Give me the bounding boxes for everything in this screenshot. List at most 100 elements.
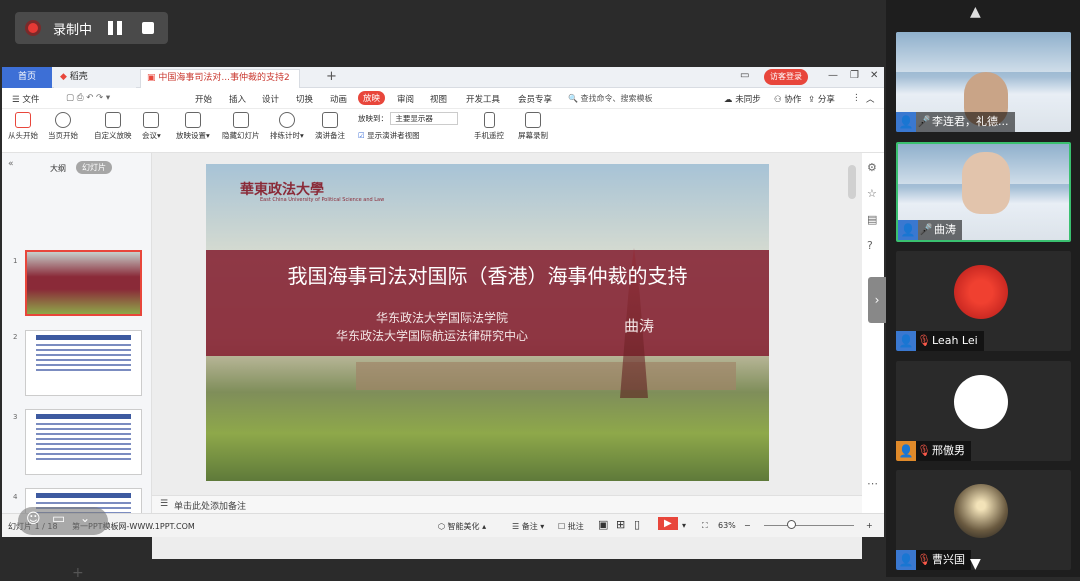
menu-item-start[interactable]: 开始 (195, 93, 212, 105)
collapse-ribbon-icon[interactable]: ︿ (866, 93, 875, 105)
record-indicator-icon (25, 20, 41, 36)
participant-tile[interactable]: 👤 🎙曹兴国 (896, 470, 1071, 570)
notes-icon (322, 112, 338, 128)
layout-icon[interactable]: ▤ (867, 213, 877, 226)
normal-view-icon[interactable]: ▣ (598, 518, 608, 531)
zoom-slider[interactable] (764, 525, 854, 526)
slide-org-1: 华东政法大学国际法学院 (376, 311, 509, 325)
menu-item-review[interactable]: 审阅 (397, 93, 414, 105)
meeting-icon (143, 112, 160, 128)
tab-document[interactable]: ▣ 中国海事司法对...事仲裁的支持2 (140, 69, 300, 88)
chat-icon[interactable]: ▭ (52, 511, 65, 527)
phone-remote-button[interactable]: 手机遥控 (474, 112, 504, 141)
reading-view-icon[interactable]: ▯ (634, 518, 640, 531)
more-options-icon[interactable]: ⋯ (867, 477, 878, 490)
tab-daoke[interactable]: ◆ 稻壳 (54, 69, 136, 88)
menu-item-devtools[interactable]: 开发工具 (466, 93, 500, 105)
zoom-in-button[interactable]: + (866, 521, 873, 530)
expand-icon[interactable]: ⌄ (80, 511, 90, 525)
from-current-button[interactable]: 当页开始 (48, 112, 78, 141)
participant-tile[interactable]: 👤 🎤李连君，礼德... (896, 32, 1071, 132)
close-icon[interactable]: ✕ (870, 70, 878, 81)
show-settings-button[interactable]: 放映设置▾ (176, 112, 210, 141)
adjust-icon[interactable]: ⚙ (867, 161, 877, 174)
participant-avatar (954, 484, 1008, 538)
slide-title: 我国海事司法对国际（香港）海事仲裁的支持 (287, 264, 688, 288)
slide-number: 1 (13, 257, 18, 265)
participant-avatar (954, 375, 1008, 429)
status-bar: 幻灯片 1 / 18 第一PPT模板网-WWW.1PPT.COM ⬡ 智能美化 … (2, 513, 884, 537)
notes-toggle[interactable]: ☰ 备注 ▾ (512, 521, 544, 532)
participant-name-bar: 👤 🎙曹兴国 (896, 550, 971, 570)
comments-toggle[interactable]: ☐ 批注 (558, 521, 584, 532)
zoom-level: 63% (718, 521, 736, 530)
notes-bar[interactable]: ☰ 单击此处添加备注 (152, 495, 862, 513)
menu-file[interactable]: ☰ 文件 (12, 93, 39, 105)
menu-item-insert[interactable]: 插入 (229, 93, 246, 105)
pause-icon[interactable] (108, 21, 124, 35)
play-button[interactable]: ▶ (658, 517, 678, 530)
from-start-button[interactable]: 从头开始 (8, 112, 38, 141)
stop-icon[interactable] (142, 22, 155, 34)
smart-beautify-button[interactable]: ⬡ 智能美化 ▴ (438, 521, 486, 532)
scroll-up-icon[interactable]: ▲ (970, 4, 981, 20)
scroll-down-icon[interactable]: ▼ (970, 556, 981, 572)
hide-slide-button[interactable]: 隐藏幻灯片 (222, 112, 260, 141)
new-tab-button[interactable]: + (320, 68, 343, 87)
collab-button[interactable]: ⚇ 协作 (774, 93, 801, 105)
menu-item-view[interactable]: 视图 (430, 93, 447, 105)
slide-thumbnail[interactable] (25, 250, 142, 316)
university-logo-subtitle: East China University of Political Scien… (260, 197, 385, 203)
minimize-icon[interactable]: — (828, 70, 838, 81)
meeting-button[interactable]: 会议▾ (142, 112, 161, 141)
grid-view-icon[interactable]: ⊞ (616, 518, 625, 531)
share-button[interactable]: ⇪ 分享 (808, 93, 835, 105)
tab-outline[interactable]: 大纲 (50, 163, 66, 174)
collapse-panel-button[interactable]: › (868, 277, 886, 323)
zoom-slider-handle[interactable] (787, 520, 796, 529)
custom-show-button[interactable]: 自定义放映 (94, 112, 132, 141)
current-slide[interactable]: 華東政法大學 East China University of Politica… (206, 164, 769, 481)
command-search[interactable]: 🔍 查找命令、搜索模板 (568, 91, 660, 106)
collapse-pane-icon[interactable]: « (8, 159, 14, 169)
window-layout-icon[interactable]: ▭ (740, 70, 749, 81)
slide-thumbnail[interactable] (25, 330, 142, 396)
mic-icon: 🎤 (919, 223, 933, 236)
fit-icon[interactable]: ⛶ (702, 521, 708, 531)
participant-tile[interactable]: 👤 🎙Leah Lei (896, 251, 1071, 351)
screen-record-button[interactable]: 屏幕录制 (518, 112, 548, 141)
play-dropdown-icon[interactable]: ▾ (682, 521, 686, 530)
participant-tile[interactable]: 👤 🎙邢傲男 (896, 361, 1071, 461)
visitor-login-button[interactable]: 访客登录 (764, 69, 808, 85)
display-select[interactable]: 主要显示器 (390, 112, 459, 125)
help-icon[interactable]: ? (867, 239, 873, 252)
ppt-file-icon: ▣ (147, 73, 156, 83)
menu-item-animation[interactable]: 动画 (330, 93, 347, 105)
notes-icon: ☰ (160, 499, 169, 509)
tab-home[interactable]: 首页 (2, 67, 52, 88)
menu-item-slideshow[interactable]: 放映 (358, 91, 386, 105)
sync-status[interactable]: ☁ 未同步 (724, 93, 761, 105)
presenter-view-checkbox[interactable]: ☑ (358, 131, 365, 140)
emoji-icon[interactable]: ☺ (26, 511, 41, 527)
menu-item-design[interactable]: 设计 (262, 93, 279, 105)
menu-item-member[interactable]: 会员专享 (518, 93, 552, 105)
reaction-bar: ☺ ▭ ⌄ (18, 507, 108, 535)
add-slide-button[interactable]: + (72, 565, 84, 581)
star-icon[interactable]: ☆ (867, 187, 877, 200)
slide-thumbnail[interactable] (25, 409, 142, 475)
slide-org-2: 华东政法大学国际航运法律研究中心 (336, 329, 529, 343)
tab-slides[interactable]: 幻灯片 (76, 161, 112, 174)
user-icon: 👤 (896, 550, 916, 570)
restore-icon[interactable]: ❐ (850, 70, 859, 81)
rehearse-button[interactable]: 排练计时▾ (270, 112, 304, 141)
quick-access-icons[interactable]: ▢ ⎙ ↶ ↷ ▾ (66, 93, 110, 103)
vertical-scrollbar[interactable] (848, 165, 856, 199)
participant-tile-active-speaker[interactable]: 👤 🎤曲涛 (896, 142, 1071, 242)
speaker-notes-button[interactable]: 演讲备注 (315, 112, 345, 141)
mic-muted-icon: 🎙 (917, 444, 931, 457)
mic-icon: 🎤 (917, 115, 931, 128)
more-icon[interactable]: ⋮ (852, 93, 861, 103)
zoom-out-button[interactable]: − (744, 521, 751, 530)
menu-item-transition[interactable]: 切换 (296, 93, 313, 105)
